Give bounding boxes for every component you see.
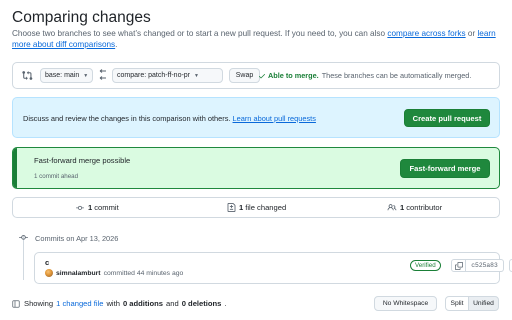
- commit-list-item: c simnalamburt committed 44 minutes ago …: [34, 252, 512, 284]
- page-subtitle: Choose two branches to see what’s change…: [12, 28, 500, 50]
- compare-branch-select[interactable]: compare: patch-ff-no-pr ▼: [112, 68, 223, 83]
- subtitle-text: Choose two branches to see what’s change…: [12, 29, 386, 38]
- git-commit-icon: [75, 204, 85, 212]
- avatar[interactable]: [45, 269, 53, 277]
- deletions-count: 0 deletions: [181, 299, 222, 308]
- contributors-label: contributor: [406, 203, 443, 212]
- copy-sha-button[interactable]: [451, 259, 466, 272]
- commits-stat[interactable]: 1 commit: [75, 203, 119, 212]
- copy-icon: [454, 261, 463, 270]
- fast-forward-title: Fast-forward merge possible: [34, 156, 131, 165]
- file-tree-toggle-icon[interactable]: [12, 299, 20, 308]
- swap-label: Swap: [235, 72, 254, 79]
- chevron-down-icon: ▼: [194, 72, 199, 79]
- verified-badge[interactable]: Verified: [410, 260, 441, 271]
- git-compare-icon: [22, 70, 33, 81]
- commit-sha-link[interactable]: c525a83: [466, 259, 504, 272]
- contributors-count: 1: [400, 203, 405, 212]
- pr-banner-message: Discuss and review the changes in this c…: [23, 114, 316, 123]
- commit-author-link[interactable]: simnalamburt: [56, 270, 101, 277]
- check-icon: [258, 72, 266, 80]
- changed-files-link[interactable]: 1 changed file: [56, 299, 103, 308]
- merge-status-detail: These branches can be automatically merg…: [321, 71, 472, 80]
- unified-view-button[interactable]: Unified: [468, 296, 499, 311]
- commit-meta: simnalamburt committed 44 minutes ago: [45, 269, 183, 277]
- learn-pull-requests-link[interactable]: Learn about pull requests: [233, 114, 316, 123]
- swap-button[interactable]: Swap: [229, 68, 260, 83]
- merge-status: Able to merge. These branches can be aut…: [258, 71, 471, 80]
- files-stat[interactable]: 1 file changed: [227, 203, 286, 212]
- subtitle-or: or: [467, 29, 476, 38]
- commits-count: 1: [88, 203, 93, 212]
- page-title: Comparing changes: [12, 9, 151, 26]
- split-view-button[interactable]: Split: [445, 296, 469, 311]
- contributors-stat[interactable]: 1 contributor: [387, 203, 442, 212]
- subtitle-end: .: [115, 40, 118, 49]
- commit-sha-group: c525a83: [451, 259, 504, 272]
- commits-label: commit: [94, 203, 119, 212]
- with-text: with: [106, 299, 120, 308]
- timeline-line: [23, 236, 24, 280]
- fast-forward-merge-button[interactable]: Fast-forward merge: [400, 159, 490, 178]
- commits-date-heading: Commits on Apr 13, 2026: [35, 234, 119, 243]
- commit-message-link[interactable]: c: [45, 258, 49, 267]
- compare-across-forks-link[interactable]: compare across forks: [387, 29, 465, 38]
- merge-status-label: Able to merge.: [268, 71, 319, 80]
- no-whitespace-button[interactable]: No Whitespace: [374, 296, 437, 311]
- pull-request-banner: Discuss and review the changes in this c…: [12, 97, 500, 138]
- files-count: 1: [239, 203, 244, 212]
- create-pull-request-button[interactable]: Create pull request: [404, 109, 490, 127]
- base-branch-select[interactable]: base: main ▼: [40, 68, 93, 83]
- chevron-down-icon: ▼: [83, 72, 89, 79]
- diff-summary: Showing 1 changed file with 0 additions …: [12, 299, 227, 308]
- fast-forward-accent-bar: [13, 148, 17, 188]
- files-label: file changed: [245, 203, 287, 212]
- range-editor: base: main ▼ compare: patch-ff-no-pr ▼ S…: [12, 62, 500, 89]
- base-branch-label: base: main: [45, 72, 80, 79]
- file-diff-icon: [227, 203, 236, 212]
- commit-time: committed 44 minutes ago: [103, 269, 184, 277]
- showing-prefix: Showing: [24, 299, 54, 308]
- summary-end: .: [224, 299, 227, 308]
- pr-banner-text: Discuss and review the changes in this c…: [23, 114, 231, 123]
- arrow-left-icon: [99, 69, 107, 81]
- people-icon: [387, 203, 397, 212]
- fast-forward-banner: Fast-forward merge possible 1 commit ahe…: [12, 147, 500, 189]
- fast-forward-subtitle: 1 commit ahead: [34, 173, 79, 180]
- git-commit-icon: [19, 233, 28, 242]
- compare-stats: 1 commit 1 file changed 1 contributor: [12, 197, 500, 218]
- compare-branch-label: compare: patch-ff-no-pr: [117, 72, 191, 79]
- and-text: and: [166, 299, 179, 308]
- additions-count: 0 additions: [122, 299, 164, 308]
